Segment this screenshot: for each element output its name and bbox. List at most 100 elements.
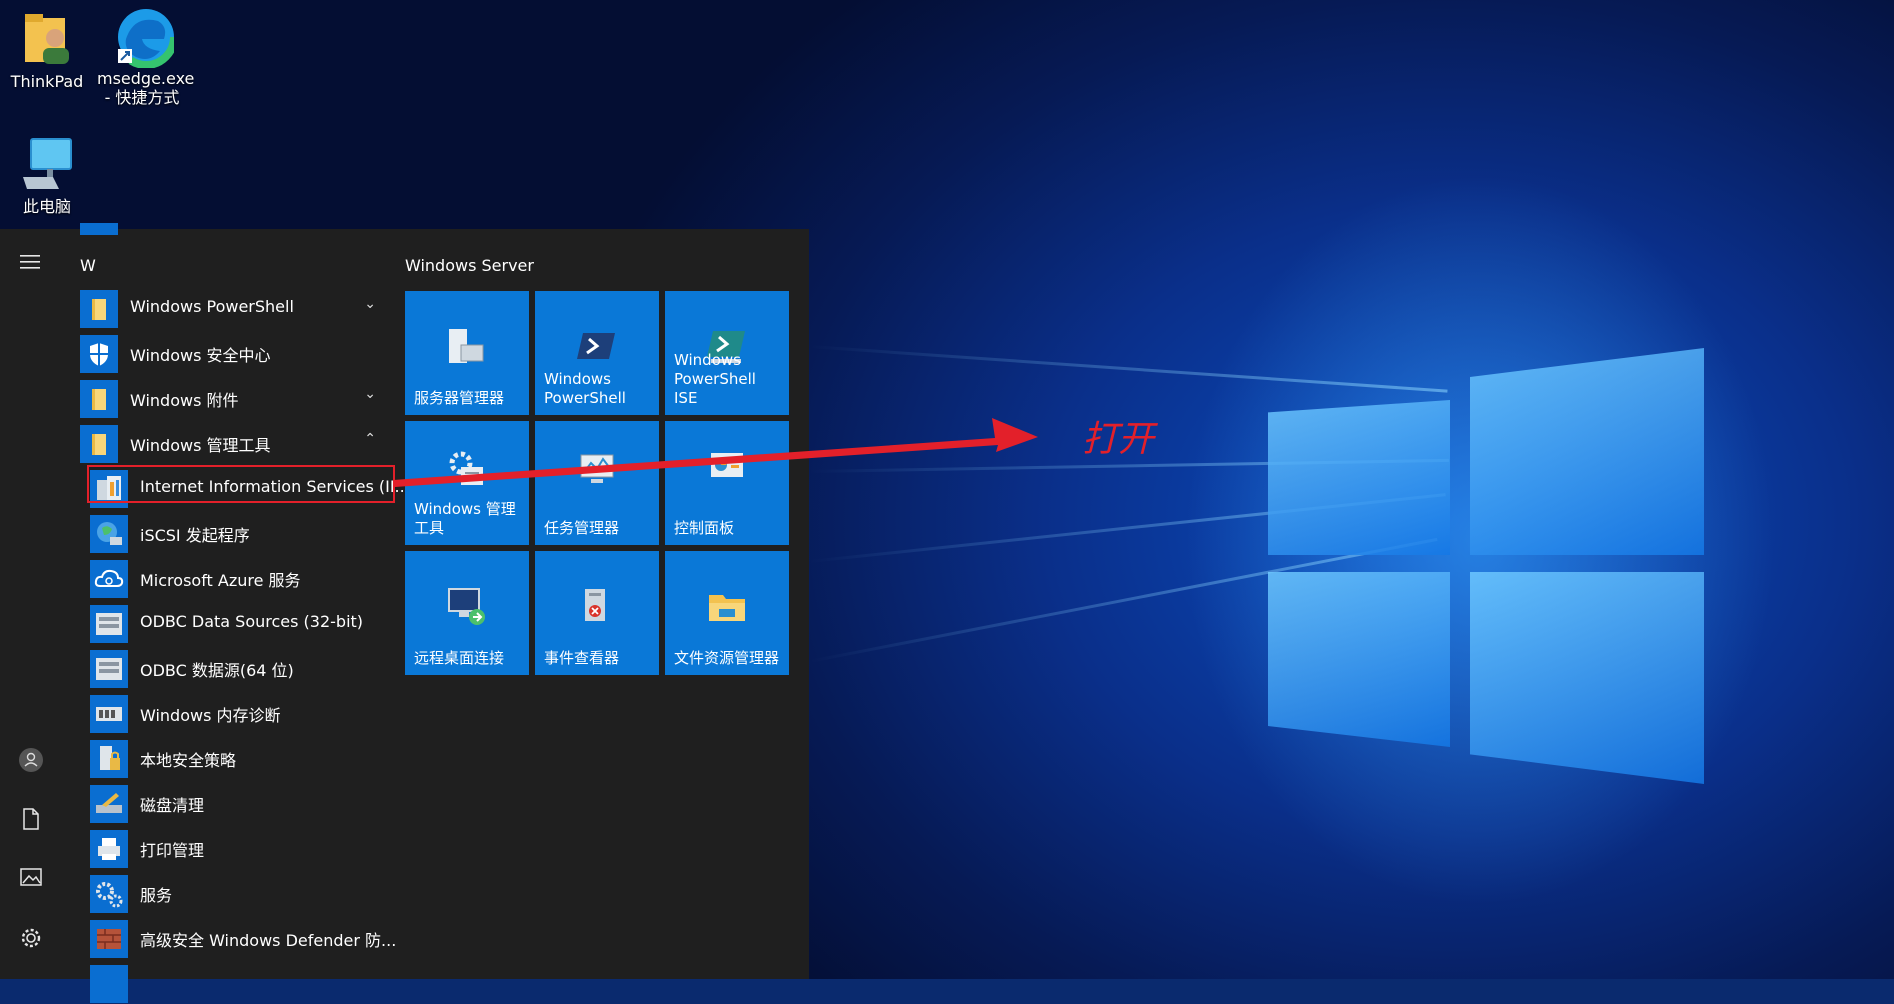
annotation-highlight-box <box>87 465 395 503</box>
hamburger-menu-icon[interactable] <box>18 251 44 277</box>
app-item-odbc-64[interactable]: ODBC 数据源(64 位) <box>78 644 388 689</box>
tile-label: Windows 管理工具 <box>414 500 516 537</box>
folder-icon <box>80 425 118 463</box>
app-item-windows-powershell[interactable]: Windows PowerShell ⌄ <box>78 284 388 329</box>
database-icon <box>90 650 128 688</box>
chevron-down-icon[interactable]: ⌄ <box>364 386 376 402</box>
tile-label: 文件资源管理器 <box>674 649 780 667</box>
app-item-defender-firewall[interactable]: 高级安全 Windows Defender 防... <box>78 914 396 959</box>
app-item-label: Microsoft Azure 服务 <box>140 571 301 590</box>
pictures-icon[interactable] <box>18 867 44 893</box>
desktop-icon-label: 此电脑 <box>22 197 71 216</box>
tile-label: Windows PowerShell <box>544 370 626 407</box>
firewall-icon <box>90 920 128 958</box>
memory-icon <box>90 695 128 733</box>
start-left-rail <box>0 229 62 979</box>
app-tile-partial <box>80 223 118 235</box>
app-item-memory-diagnostic[interactable]: Windows 内存诊断 <box>78 689 388 734</box>
powershell-icon <box>577 327 617 367</box>
printer-icon <box>90 830 128 868</box>
tile-server-manager[interactable]: 服务器管理器 <box>405 291 529 415</box>
task-manager-icon <box>577 449 617 489</box>
light-beam <box>808 345 1448 393</box>
settings-gear-icon[interactable] <box>18 927 44 953</box>
tile-label: 服务器管理器 <box>414 389 505 407</box>
tile-task-manager[interactable]: 任务管理器 <box>535 421 659 545</box>
tile-group-title[interactable]: Windows Server <box>405 256 534 275</box>
app-item-label: Windows 管理工具 <box>130 436 271 455</box>
tile-remote-desktop[interactable]: 远程桌面连接 <box>405 551 529 675</box>
desktop-icon-thinkpad[interactable]: ThinkPad <box>2 8 92 91</box>
start-menu: W Windows PowerShell ⌄ Windows 安全中心 Wind… <box>0 223 809 1003</box>
user-avatar-icon[interactable] <box>18 747 44 773</box>
event-viewer-icon <box>577 587 617 627</box>
documents-icon[interactable] <box>18 807 44 833</box>
app-item-label: Windows PowerShell <box>130 297 294 316</box>
remote-desktop-icon <box>447 587 487 627</box>
app-item-label: 本地安全策略 <box>140 751 237 770</box>
desktop-icon-label: ThinkPad <box>10 72 84 91</box>
app-item-disk-cleanup[interactable]: 磁盘清理 <box>78 779 388 824</box>
chevron-down-icon[interactable]: ⌄ <box>364 296 376 312</box>
shield-icon <box>80 335 118 373</box>
globe-icon <box>90 515 128 553</box>
tile-event-viewer[interactable]: 事件查看器 <box>535 551 659 675</box>
app-item-label: 打印管理 <box>140 841 205 860</box>
tile-admin-tools[interactable]: Windows 管理工具 <box>405 421 529 545</box>
app-item-iscsi[interactable]: iSCSI 发起程序 <box>78 509 388 554</box>
app-item-azure[interactable]: Microsoft Azure 服务 <box>78 554 388 599</box>
control-panel-icon <box>707 449 747 489</box>
app-tile-partial <box>90 965 128 1003</box>
app-item-odbc-32[interactable]: ODBC Data Sources (32-bit) <box>78 599 388 644</box>
cloud-icon <box>90 560 128 598</box>
app-item-label: Windows 安全中心 <box>130 346 271 365</box>
chevron-up-icon[interactable]: ⌃ <box>364 431 376 447</box>
windows-logo-pane <box>1268 400 1450 555</box>
tile-file-explorer[interactable]: 文件资源管理器 <box>665 551 789 675</box>
tile-powershell-ise[interactable]: Windows PowerShell ISE <box>665 291 789 415</box>
app-item-label: iSCSI 发起程序 <box>140 526 250 545</box>
tile-control-panel[interactable]: 控制面板 <box>665 421 789 545</box>
windows-logo-pane <box>1470 572 1704 784</box>
app-item-partial <box>78 959 388 1004</box>
app-item-windows-accessories[interactable]: Windows 附件 ⌄ <box>78 374 388 419</box>
windows-logo-pane <box>1268 572 1450 747</box>
app-item-label: 磁盘清理 <box>140 796 205 815</box>
file-explorer-icon <box>707 587 747 627</box>
app-list: W Windows PowerShell ⌄ Windows 安全中心 Wind… <box>78 223 410 1003</box>
desktop-icon-msedge[interactable]: msedge.exe - 快捷方式 <box>97 5 195 107</box>
annotation-label: 打开 <box>1082 419 1155 460</box>
app-item-windows-admin-tools[interactable]: Windows 管理工具 ⌃ <box>78 419 388 464</box>
tile-label: 控制面板 <box>674 519 735 537</box>
policy-icon <box>90 740 128 778</box>
tile-label: 远程桌面连接 <box>414 649 505 667</box>
tile-label: 事件查看器 <box>544 649 620 667</box>
desktop-icon-label: msedge.exe <box>97 69 195 88</box>
app-item-services[interactable]: 服务 <box>78 869 388 914</box>
tile-powershell[interactable]: Windows PowerShell <box>535 291 659 415</box>
tile-label: Windows PowerShell ISE <box>674 351 756 407</box>
windows-logo-pane <box>1470 348 1704 555</box>
app-item-label: Windows 内存诊断 <box>140 706 281 725</box>
computer-icon <box>19 133 75 193</box>
app-item-label: ODBC Data Sources (32-bit) <box>140 612 364 631</box>
app-item-label: 高级安全 Windows Defender 防... <box>140 931 397 950</box>
app-item-label: Windows 附件 <box>130 391 239 410</box>
folder-icon <box>80 380 118 418</box>
desktop-icon-this-pc[interactable]: 此电脑 <box>2 133 92 216</box>
disk-cleanup-icon <box>90 785 128 823</box>
tile-label: 任务管理器 <box>544 519 620 537</box>
app-item-print-management[interactable]: 打印管理 <box>78 824 388 869</box>
folder-icon <box>80 290 118 328</box>
edge-icon <box>114 5 178 69</box>
letter-heading[interactable]: W <box>80 256 96 275</box>
admin-tools-icon <box>447 449 487 489</box>
app-item-label: 服务 <box>140 886 173 905</box>
app-item-label: ODBC 数据源(64 位) <box>140 661 294 680</box>
gear-icon <box>90 875 128 913</box>
app-item-windows-security[interactable]: Windows 安全中心 <box>78 329 388 374</box>
folder-user-icon <box>19 8 75 68</box>
app-item-local-security-policy[interactable]: 本地安全策略 <box>78 734 388 779</box>
database-icon <box>90 605 128 643</box>
desktop-icon-label: - 快捷方式 <box>104 88 180 107</box>
